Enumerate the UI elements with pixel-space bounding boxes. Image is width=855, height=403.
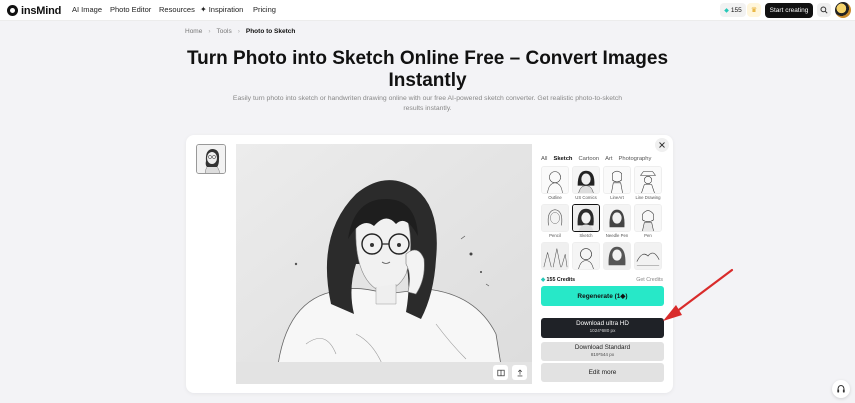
style-option[interactable]: Pencil [541,204,569,240]
preview-toolbar [236,362,532,384]
breadcrumb-tools[interactable]: Tools [217,28,232,35]
style-option[interactable]: Pen [634,204,662,240]
credits-balance-text: 155 Credits [546,277,576,283]
style-option[interactable]: Sketch [572,204,600,240]
style-option[interactable]: Needle Pen [603,204,631,240]
edit-more-button[interactable]: Edit more [541,363,664,382]
breadcrumb-home[interactable]: Home [185,28,202,35]
regenerate-button[interactable]: Regenerate (1 ◆) [541,286,664,306]
credits-balance: ◆ 155 Credits [541,277,575,283]
style-label: Outline [548,195,562,200]
style-thumbnail [634,166,662,194]
credit-gem-icon: ◆ [724,7,729,14]
style-label: US Comics [575,195,597,200]
style-option[interactable]: LineArt [603,166,631,202]
download-ultra-size: 1024*680 px [589,328,616,333]
style-thumbnail [541,242,569,270]
download-standard-size: 819*544 px [590,352,615,357]
breadcrumb: Home › Tools › Photo to Sketch [185,28,295,35]
editor-card: All Sketch Cartoon Art Photography Outli… [186,135,673,393]
nav-resources[interactable]: Resources [159,5,195,14]
credits-count: 155 [730,6,742,14]
top-navbar: insMind AI Image Photo Editor Resources … [0,0,855,21]
search-icon [820,6,828,14]
nav-ai-image[interactable]: AI Image [72,5,102,14]
style-thumbnail-selected [572,204,600,232]
upload-button[interactable] [512,365,527,380]
support-button[interactable] [832,380,850,398]
tab-cartoon[interactable]: Cartoon [578,156,599,162]
crown-icon[interactable]: ♛ [747,3,761,17]
logo-text: insMind [21,4,62,17]
compare-icon [496,369,505,376]
sparkle-icon: ✦ [200,5,207,14]
regenerate-close-paren: ) [625,292,628,300]
style-thumbnail [541,204,569,232]
thumbnail-image [197,145,225,173]
tab-all[interactable]: All [541,156,547,162]
style-grid: Outline US Comics LineArt Line Drawing P… [541,166,664,278]
style-option[interactable] [572,242,600,278]
tab-art[interactable]: Art [605,156,612,162]
style-label: Line Drawing [635,195,661,200]
download-standard-button[interactable]: Download Standard 819*544 px [541,342,664,361]
compare-button[interactable] [493,365,508,380]
credits-badge[interactable]: ◆ 155 [720,3,746,17]
nav-photo-editor[interactable]: Photo Editor [110,5,151,14]
logo[interactable]: insMind [7,4,61,17]
style-option[interactable]: Line Drawing [634,166,662,202]
tab-sketch[interactable]: Sketch [553,156,572,162]
page-subtitle: Easily turn photo into sketch or handwri… [232,95,623,112]
search-button[interactable] [817,3,831,17]
logo-icon [7,5,18,16]
style-option[interactable]: US Comics [572,166,600,202]
download-standard-title: Download Standard [574,344,631,351]
breadcrumb-current: Photo to Sketch [245,28,296,35]
style-option[interactable] [603,242,631,278]
start-creating-button[interactable]: Start creating [765,3,813,18]
style-label: Pen [644,233,652,238]
tab-photography[interactable]: Photography [619,156,652,162]
style-thumbnail [603,242,631,270]
headset-icon [837,384,845,393]
avatar[interactable] [835,2,851,18]
download-ultra-hd-button[interactable]: Download ultra HD 1024*680 px [541,318,664,338]
annotation-arrow-icon [663,268,734,321]
style-thumbnail [541,166,569,194]
nav-pricing[interactable]: Pricing [253,5,276,14]
regenerate-label: Regenerate (1 [577,292,621,300]
style-label: Sketch [579,233,593,238]
sketch-result-image [236,144,532,384]
style-thumbnail [572,166,600,194]
style-label: Needle Pen [605,233,629,238]
style-thumbnail [603,166,631,194]
style-label: LineArt [610,195,624,200]
page-title: Turn Photo into Sketch Online Free – Con… [186,48,669,91]
download-ultra-title: Download ultra HD [576,320,629,327]
nav-inspiration-label: Inspiration [208,5,244,14]
style-option[interactable] [541,242,569,278]
style-label: Pencil [549,233,561,238]
style-thumbnail [572,242,600,270]
close-button[interactable] [655,138,669,152]
credits-row: ◆ 155 Credits Get Credits [541,277,663,283]
chevron-right-icon: › [237,28,240,35]
upload-icon [517,369,522,376]
nav-inspiration[interactable]: ✦ Inspiration [200,5,243,14]
style-tabs: All Sketch Cartoon Art Photography [541,156,651,162]
sketch-preview [236,144,532,384]
style-thumbnail [634,204,662,232]
source-thumbnail[interactable] [196,144,226,174]
style-thumbnail [603,204,631,232]
chevron-right-icon: › [208,28,211,35]
close-icon [659,142,665,148]
style-option[interactable]: Outline [541,166,569,202]
